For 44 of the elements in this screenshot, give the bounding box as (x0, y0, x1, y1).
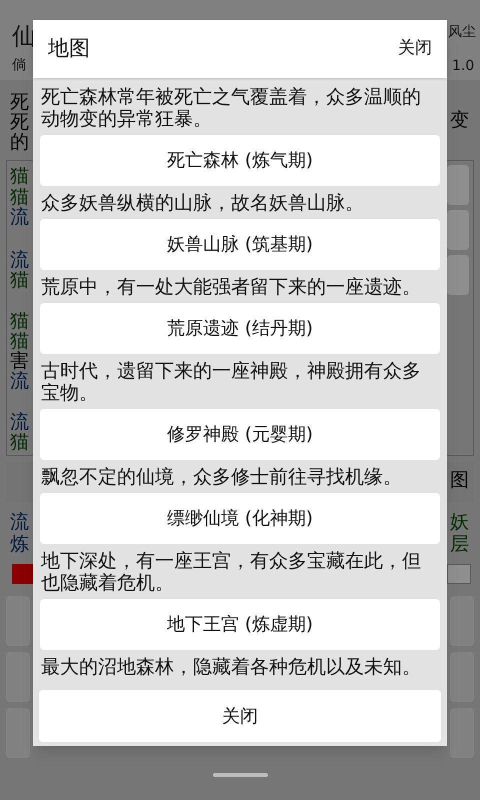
area-button[interactable]: 地下王宫 (炼虚期) (40, 599, 440, 650)
log-text: 害 (10, 351, 29, 371)
log-text: 猫 (10, 166, 29, 186)
empty-slot (447, 564, 471, 584)
area-description: 地下深处，有一座王宫，有众多宝藏在此，但也隐藏着危机。 (40, 550, 422, 594)
log-text: 猫 (10, 187, 29, 207)
side-button[interactable] (447, 255, 469, 295)
area-description: 古时代，遗留下来的一座神殿，神殿拥有众多宝物。 (40, 360, 422, 404)
log-text: 变 (450, 110, 469, 130)
side-button[interactable] (447, 210, 469, 250)
close-link[interactable]: 关闭 (398, 36, 432, 62)
side-button[interactable] (447, 165, 469, 205)
log-text: 猫 (10, 432, 29, 452)
log-text: 图 (450, 470, 469, 490)
log-text: 流 (10, 250, 29, 270)
area-button[interactable]: 荒原遗迹 (结丹期) (40, 303, 440, 354)
dialog-title: 地图 (48, 35, 90, 62)
log-text: 流 (10, 371, 29, 391)
log-text: 死 (10, 92, 29, 112)
log-text: 层 (450, 534, 469, 554)
log-text: 流 (10, 412, 29, 432)
area-button[interactable]: 妖兽山脉 (筑基期) (40, 219, 440, 270)
log-text: 猫 (10, 270, 29, 290)
area-button[interactable]: 死亡森林 (炼气期) (40, 135, 440, 186)
close-button[interactable]: 关闭 (39, 690, 441, 742)
area-description: 死亡森林常年被死亡之气覆盖着，众多温顺的动物变的异常狂暴。 (40, 86, 422, 130)
log-text: 死 (10, 112, 29, 132)
log-text: 炼 (10, 534, 29, 554)
area-description: 众多妖兽纵横的山脉，故名妖兽山脉。 (40, 192, 365, 214)
log-text: 猫 (10, 331, 29, 351)
area-description: 最大的沼地森林，隐藏着各种危机以及未知。 (40, 656, 422, 678)
app-subtitle: 倘 (12, 56, 26, 75)
area-button[interactable]: 缥缈仙境 (化神期) (40, 493, 440, 544)
log-text: 妖 (450, 512, 469, 532)
home-indicator[interactable] (213, 773, 268, 777)
area-button[interactable]: 修罗神殿 (元婴期) (40, 409, 440, 460)
log-text: 猫 (10, 311, 29, 331)
log-text: 的 (10, 132, 29, 152)
area-description: 荒原中，有一处大能强者留下来的一座遗迹。 (40, 276, 422, 298)
player-name: 风尘 (448, 23, 476, 42)
area-description: 飘忽不定的仙境，众多修士前往寻找机缘。 (40, 466, 403, 488)
log-text: 流 (10, 207, 29, 227)
log-text: 流 (10, 512, 29, 532)
version-label: 1.0 (452, 57, 474, 76)
